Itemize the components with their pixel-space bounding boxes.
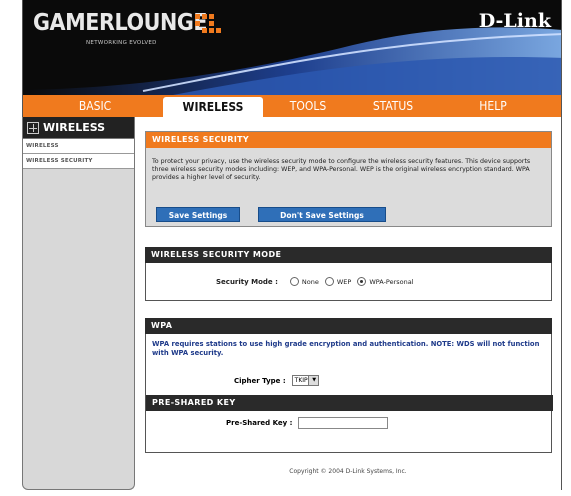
wireless-security-panel: WIRELESS SECURITY To protect your privac… — [145, 131, 552, 227]
header-banner: GAMERLOUNGE NETWORKING EVOLVED D-Link — [22, 0, 562, 95]
save-settings-button[interactable]: Save Settings — [156, 207, 240, 222]
security-mode-wep-radio[interactable] — [324, 277, 334, 286]
wpa-panel: WPA WPA requires stations to use high gr… — [145, 318, 553, 453]
wpa-body: WPA requires stations to use high grade … — [145, 334, 553, 453]
tab-help[interactable]: HELP — [458, 95, 528, 117]
brand-logo-text: GAMERLOUNGE — [33, 10, 208, 36]
wpa-note: WPA requires stations to use high grade … — [152, 340, 540, 357]
security-mode-title: WIRELESS SECURITY MODE — [145, 247, 552, 263]
cipher-type-value: TKIP — [294, 377, 308, 384]
security-mode-label: Security Mode : — [216, 277, 278, 286]
sidebar-item-wireless-security[interactable]: WIRELESS SECURITY — [23, 154, 134, 169]
brand-tagline: NETWORKING EVOLVED — [86, 40, 157, 46]
security-mode-body: Security Mode : None WEP WPA-Personal — [145, 263, 552, 301]
pre-shared-key-section: PRE-SHARED KEY — [146, 395, 553, 411]
tab-wireless[interactable]: WIRELESS — [163, 97, 263, 117]
wireless-security-title: WIRELESS SECURITY — [146, 132, 551, 148]
security-mode-wep-label: WEP — [336, 277, 352, 286]
cipher-type-label: Cipher Type : — [234, 376, 286, 385]
tab-basic[interactable]: BASIC — [35, 95, 155, 117]
wpa-title: WPA — [145, 318, 552, 334]
chevron-down-icon[interactable]: ▼ — [307, 376, 318, 385]
top-nav: BASIC WIRELESS TOOLS STATUS HELP — [22, 95, 562, 117]
pre-shared-key-label: Pre-Shared Key : — [226, 419, 293, 427]
wireless-section-icon — [27, 121, 39, 134]
vendor-logo: D-Link — [478, 10, 551, 32]
pre-shared-key-input[interactable] — [298, 417, 389, 429]
wireless-security-description: To protect your privacy, use the wireles… — [152, 158, 531, 181]
security-mode-none-label: None — [301, 277, 319, 286]
pre-shared-key-title: PRE-SHARED KEY — [146, 395, 553, 411]
dont-save-settings-button[interactable]: Don't Save Settings — [258, 207, 386, 222]
sidebar: WIRELESS WIRELESS WIRELESS SECURITY — [22, 117, 135, 490]
security-mode-wpa-radio[interactable] — [357, 277, 367, 286]
sidebar-header: WIRELESS — [23, 117, 134, 139]
sidebar-item-wireless[interactable]: WIRELESS — [23, 139, 134, 154]
tab-tools[interactable]: TOOLS — [273, 95, 343, 117]
brand-grid-icon — [195, 14, 221, 34]
copyright-text: Copyright © 2004 D-Link Systems, Inc. — [289, 468, 407, 475]
security-mode-wpa-label: WPA-Personal — [369, 277, 414, 286]
cipher-type-select[interactable]: TKIP ▼ — [291, 375, 319, 386]
security-mode-none-radio[interactable] — [289, 277, 299, 286]
security-mode-panel: WIRELESS SECURITY MODE Security Mode : N… — [145, 247, 552, 301]
tab-status[interactable]: STATUS — [358, 95, 428, 117]
main-content: WIRELESS SECURITY To protect your privac… — [135, 117, 562, 490]
sidebar-title: WIRELESS — [43, 121, 106, 134]
